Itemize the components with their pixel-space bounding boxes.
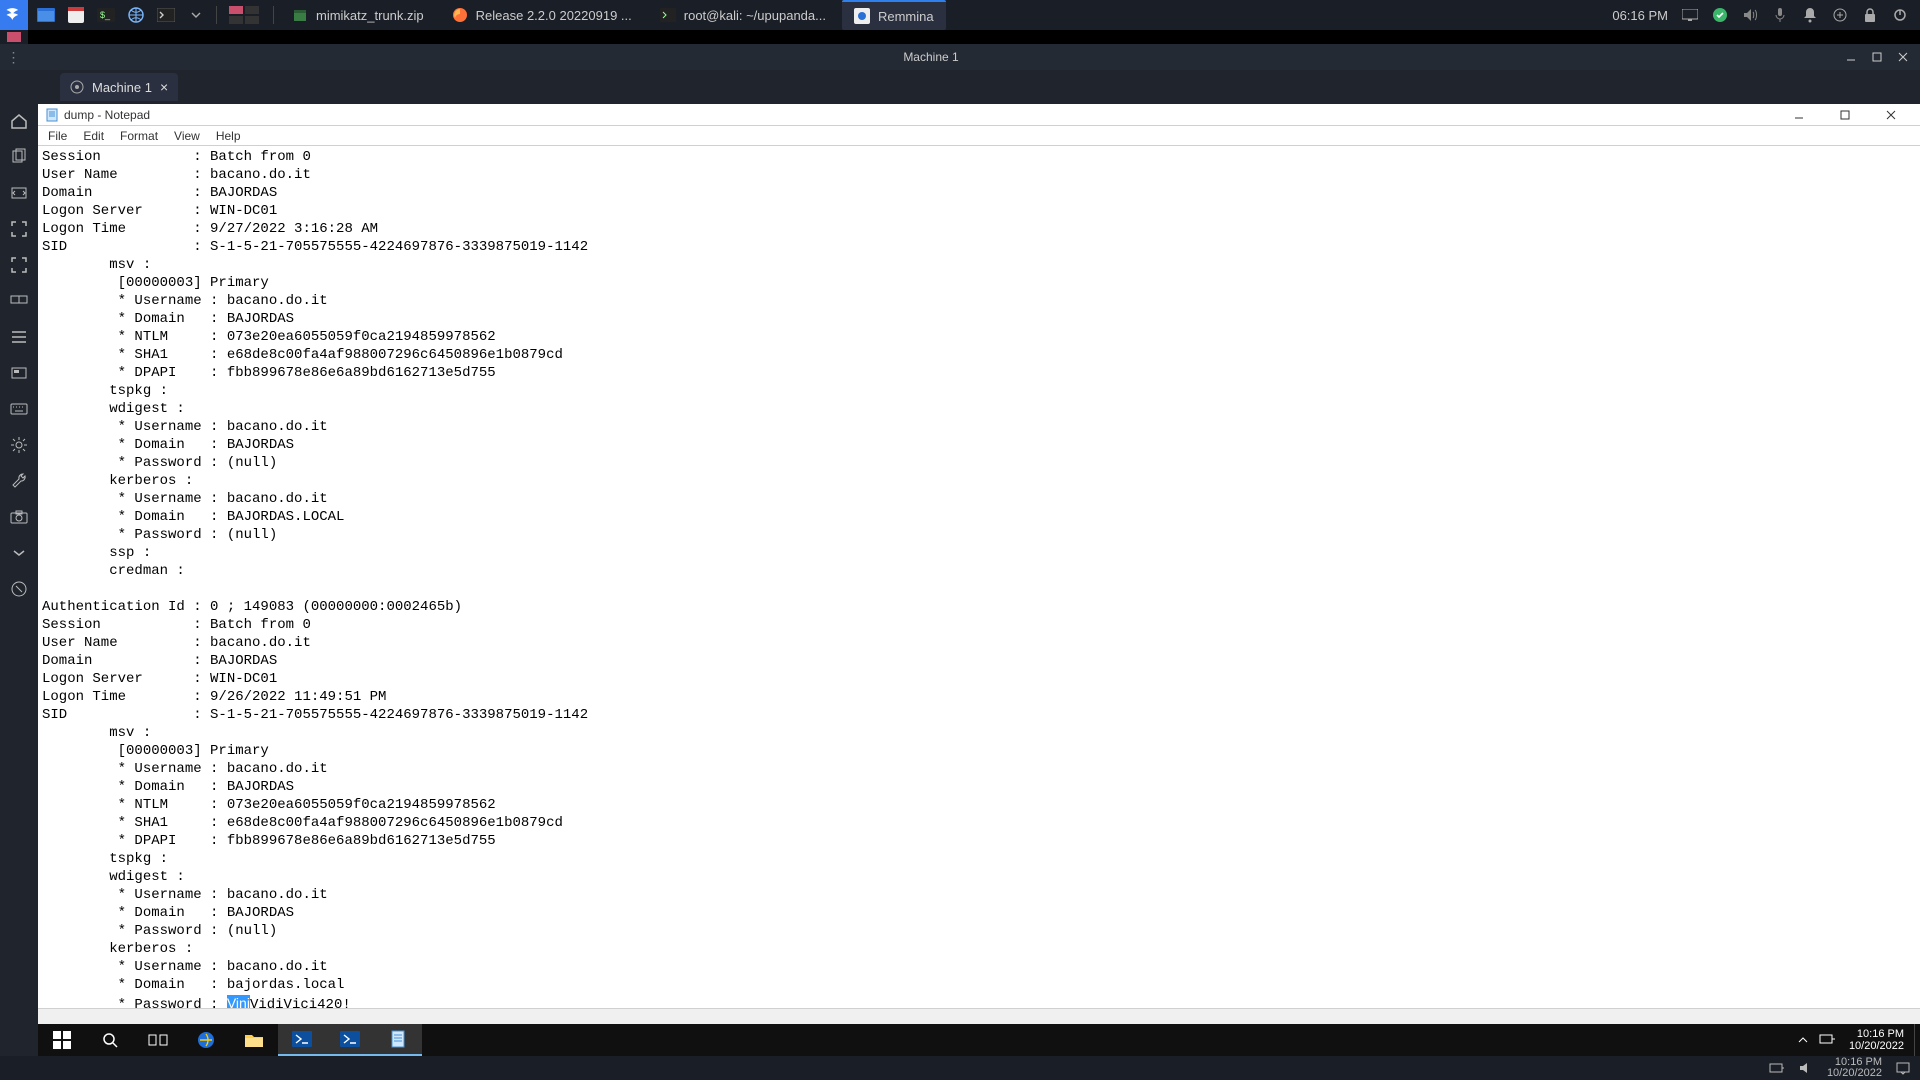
win-time: 10:16 PM	[1849, 1028, 1904, 1040]
resize-icon[interactable]	[5, 180, 33, 206]
task-label: Release 2.2.0 20220919 ...	[476, 8, 632, 23]
notepad-statusbar	[38, 1008, 1920, 1024]
panel-extension	[0, 30, 28, 44]
remote-desktop: dump - Notepad FileEditFormatViewHelp Se…	[38, 104, 1920, 1056]
show-desktop-button[interactable]	[1914, 1024, 1920, 1056]
task-label: mimikatz_trunk.zip	[316, 8, 424, 23]
workspace-indicator[interactable]	[223, 0, 267, 30]
update-icon[interactable]	[1712, 7, 1728, 23]
menu-file[interactable]: File	[42, 127, 73, 145]
remmina-sidebar	[0, 104, 38, 1056]
mic-icon[interactable]	[1772, 7, 1788, 23]
plus-icon[interactable]	[1832, 7, 1848, 23]
np-maximize-button[interactable]	[1822, 104, 1868, 126]
menu-view[interactable]: View	[168, 127, 206, 145]
screenlayout-icon[interactable]	[5, 360, 33, 386]
np-close-button[interactable]	[1868, 104, 1914, 126]
win-date: 10/20/2022	[1849, 1040, 1904, 1052]
taskview-button[interactable]	[134, 1024, 182, 1056]
notepad-title-text: dump - Notepad	[64, 108, 150, 122]
grab-input-icon[interactable]	[5, 252, 33, 278]
host-network-icon[interactable]	[1769, 1062, 1785, 1074]
search-button[interactable]	[86, 1024, 134, 1056]
menu-lines-icon[interactable]	[5, 324, 33, 350]
menu-dots-icon[interactable]: ⋮	[0, 49, 28, 66]
menu-format[interactable]: Format	[114, 127, 164, 145]
firefox-icon	[452, 7, 468, 23]
notepad-text-area[interactable]: Session : Batch from 0 User Name : bacan…	[38, 146, 1920, 1008]
notepad-icon	[44, 107, 60, 123]
remmina-window-title: Machine 1	[28, 50, 1834, 64]
volume-icon[interactable]	[1742, 7, 1758, 23]
remmina-tab-label: Machine 1	[92, 80, 152, 95]
gear-icon[interactable]	[5, 432, 33, 458]
home-icon[interactable]	[5, 108, 33, 134]
remmina-tab[interactable]: Machine 1 ×	[60, 73, 178, 101]
remmina-tabbar: Machine 1 ×	[0, 70, 1920, 104]
multi-monitor-icon[interactable]	[5, 288, 33, 314]
power-icon[interactable]	[1892, 7, 1908, 23]
host-date: 10/20/2022	[1827, 1068, 1882, 1079]
np-minimize-button[interactable]	[1776, 104, 1822, 126]
tab-close-icon[interactable]: ×	[160, 79, 168, 95]
host-volume-icon[interactable]	[1799, 1062, 1813, 1074]
powershell-button[interactable]	[278, 1024, 326, 1056]
taskbar-item[interactable]: mimikatz_trunk.zip	[280, 0, 436, 30]
host-notifications-icon[interactable]	[1896, 1061, 1910, 1075]
terminal2-icon[interactable]	[152, 0, 180, 30]
windows-clock[interactable]: 10:16 PM 10/20/2022	[1839, 1028, 1914, 1052]
chevron-down-icon[interactable]	[5, 540, 33, 566]
start-button[interactable]	[38, 1024, 86, 1056]
explorer-button[interactable]	[230, 1024, 278, 1056]
minimize-button[interactable]	[1842, 48, 1860, 66]
taskbar-item[interactable]: Release 2.2.0 20220919 ...	[440, 0, 644, 30]
maximize-button[interactable]	[1868, 48, 1886, 66]
copy-icon[interactable]	[5, 144, 33, 170]
taskbar-item[interactable]: Remmina	[842, 0, 946, 30]
windows-taskbar: 10:16 PM 10/20/2022	[38, 1024, 1920, 1056]
terminal-icon[interactable]: $_	[92, 0, 120, 30]
terminal-icon	[660, 7, 676, 23]
kali-top-panel: $_ mimikatz_trunk.zip Release 2.2.0 20220…	[0, 0, 1920, 30]
ie-button[interactable]	[182, 1024, 230, 1056]
globe-icon[interactable]	[122, 0, 150, 30]
taskbar-item[interactable]: root@kali: ~/upupanda...	[648, 0, 838, 30]
powershell2-button[interactable]	[326, 1024, 374, 1056]
host-clock[interactable]: 10:16 PM 10/20/2022	[1827, 1057, 1882, 1079]
connection-icon	[70, 80, 84, 94]
notepad-titlebar[interactable]: dump - Notepad	[38, 104, 1920, 126]
notepad-menu: FileEditFormatViewHelp	[38, 126, 1920, 146]
keyboard-icon[interactable]	[5, 396, 33, 422]
notepad-window: dump - Notepad FileEditFormatViewHelp Se…	[38, 104, 1920, 1024]
files-icon[interactable]	[32, 0, 60, 30]
remmina-titlebar: ⋮ Machine 1	[0, 44, 1920, 70]
browser-icon[interactable]	[62, 0, 90, 30]
disconnect-icon[interactable]	[5, 576, 33, 602]
task-label: root@kali: ~/upupanda...	[684, 8, 826, 23]
menu-edit[interactable]: Edit	[77, 127, 110, 145]
quick-launch: $_	[32, 0, 210, 30]
kali-menu-button[interactable]	[0, 0, 28, 30]
display-icon[interactable]	[1682, 7, 1698, 23]
svg-text:$_: $_	[100, 10, 111, 20]
network-icon[interactable]	[1815, 1024, 1839, 1056]
menu-help[interactable]: Help	[210, 127, 247, 145]
bell-icon[interactable]	[1802, 7, 1818, 23]
host-taskbar-strip: 10:16 PM 10/20/2022	[0, 1056, 1920, 1080]
tray-up-icon[interactable]	[1791, 1024, 1815, 1056]
archive-icon	[292, 7, 308, 23]
system-tray: 06:16 PM	[1600, 7, 1920, 23]
camera-icon[interactable]	[5, 504, 33, 530]
notepad-taskbar-button[interactable]	[374, 1024, 422, 1056]
remmina-icon	[854, 8, 870, 24]
panel-clock[interactable]: 06:16 PM	[1612, 8, 1668, 23]
fullscreen-icon[interactable]	[5, 216, 33, 242]
wrench-icon[interactable]	[5, 468, 33, 494]
lock-icon[interactable]	[1862, 7, 1878, 23]
task-label: Remmina	[878, 9, 934, 24]
chevron-down-icon[interactable]	[182, 0, 210, 30]
close-button[interactable]	[1894, 48, 1912, 66]
